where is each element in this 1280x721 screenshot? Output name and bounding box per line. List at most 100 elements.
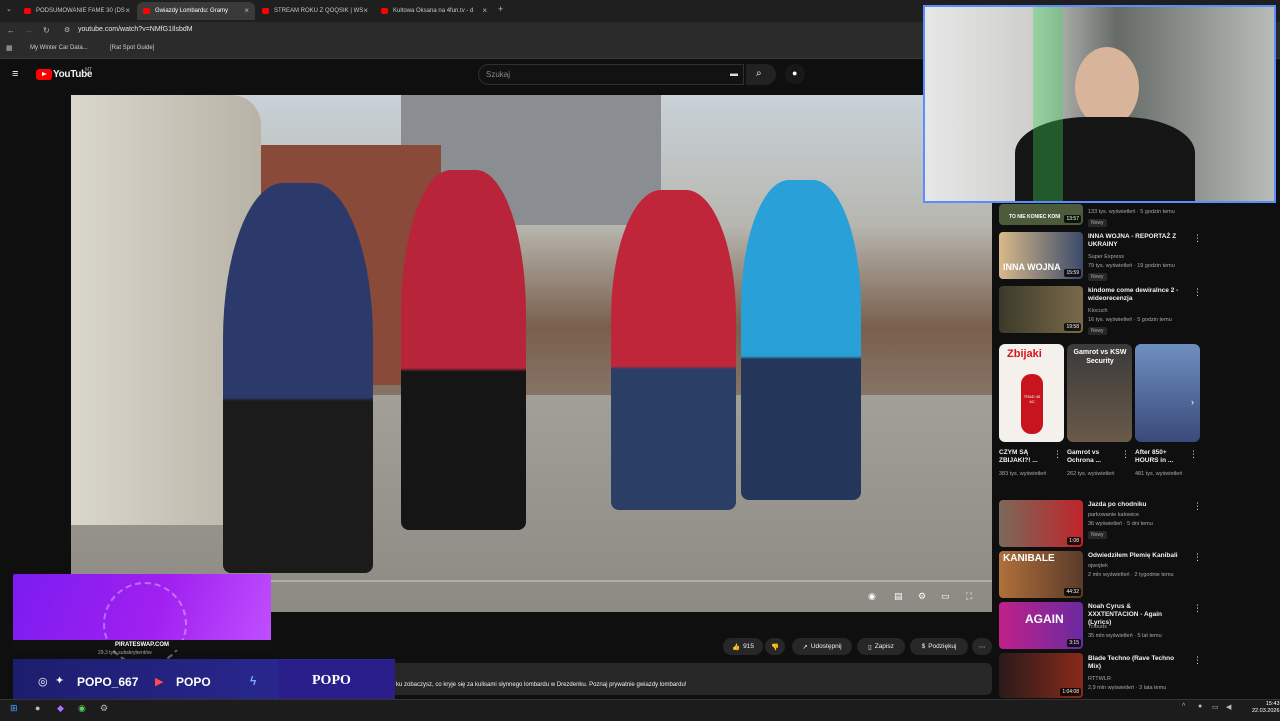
youtube-logo-icon[interactable] xyxy=(36,69,52,80)
menu-hamburger-icon[interactable]: ≡ xyxy=(12,68,18,80)
short-thumbnail[interactable] xyxy=(1135,344,1200,442)
tab-2-active[interactable]: Gwiazdy Lombardu: Gramy × xyxy=(137,2,255,20)
tab-list-icon[interactable]: ⌄ xyxy=(6,5,12,13)
volume-icon[interactable]: ◀ xyxy=(1226,703,1231,711)
network-icon[interactable]: ▭ xyxy=(1212,703,1219,711)
lightning-icon: ϟ xyxy=(250,674,257,688)
duration: 1:08 xyxy=(1067,537,1081,545)
brand-name: POPO xyxy=(312,673,351,688)
new-badge: Nowy xyxy=(1088,531,1107,539)
like-count: 915 xyxy=(743,643,754,650)
miniplayer-icon[interactable]: ▭ xyxy=(941,591,950,602)
settings-gear-icon[interactable]: ⚙ xyxy=(918,591,926,602)
rec-channel[interactable]: 7clouds xyxy=(1088,624,1188,631)
dislike-button[interactable]: 👎 xyxy=(765,638,785,655)
rec-title[interactable]: Jazda po chodniku xyxy=(1088,501,1183,509)
short-thumb-text: Gamrot vs KSW Security xyxy=(1073,349,1127,365)
url-text[interactable]: youtube.com/watch?v=NMfG1IlsbdM xyxy=(78,26,193,33)
taskbar-app-icon[interactable]: ● xyxy=(35,703,40,713)
search-button[interactable]: ⌕ xyxy=(746,64,776,85)
chrome-icon[interactable]: ◉ xyxy=(78,703,86,714)
more-options-icon[interactable]: ⋮ xyxy=(1193,655,1202,666)
voice-search-button[interactable]: ● xyxy=(785,64,805,84)
rec-thumbnail[interactable]: INNA WOJNA 15:59 xyxy=(999,232,1083,279)
new-badge: Nowy xyxy=(1088,273,1107,281)
short-title[interactable]: CZYM SĄ ZBIJAKI?! ... xyxy=(999,449,1055,465)
site-info-icon[interactable]: ⚙ xyxy=(64,26,70,34)
bookmark-1[interactable]: My Winter Car Data... xyxy=(30,45,88,51)
rec-title[interactable]: Odwiedziłem Plemię Kanibali xyxy=(1088,552,1183,560)
close-tab-icon[interactable]: × xyxy=(244,6,249,15)
subtitles-icon[interactable]: ▤ xyxy=(894,591,903,602)
thumbs-down-icon: 👎 xyxy=(770,643,780,651)
rec-thumbnail[interactable]: 19:58 xyxy=(999,286,1083,333)
tray-chevron-icon[interactable]: ^ xyxy=(1182,703,1185,710)
search-input[interactable] xyxy=(478,64,744,85)
webcam-overlay xyxy=(923,5,1276,203)
short-title[interactable]: After 850+ HOURS in ... xyxy=(1135,449,1191,465)
short-thumbnail[interactable]: Gamrot vs KSW Security xyxy=(1067,344,1132,442)
apps-grid-icon[interactable]: ▦ xyxy=(6,44,13,52)
rec-channel[interactable]: RTTWLR xyxy=(1088,676,1188,683)
close-tab-icon[interactable]: × xyxy=(482,6,487,15)
rec-channel[interactable]: Super Express xyxy=(1088,254,1188,261)
settings-icon[interactable]: ⚙ xyxy=(100,703,108,714)
rec-channel[interactable]: ojwojtek xyxy=(1088,563,1188,570)
short-thumbnail[interactable]: Zbijaki TRAD 45 AC xyxy=(999,344,1064,442)
fullscreen-icon[interactable]: ⛶ xyxy=(966,591,972,602)
short-title[interactable]: Gamrot vs Ochrona ... xyxy=(1067,449,1123,465)
thumbs-up-icon: 👍 xyxy=(732,643,741,651)
autoplay-toggle-icon[interactable]: ◉ xyxy=(868,591,876,602)
rec-title[interactable]: kindome come dewiralnce 2 - wideorecenzj… xyxy=(1088,287,1183,303)
twitch-icon[interactable]: ◆ xyxy=(57,703,64,714)
rec-thumbnail[interactable]: 1:04:08 xyxy=(999,653,1083,698)
new-tab-icon[interactable]: + xyxy=(498,4,503,14)
clock[interactable]: 15:43 22.03.2026 xyxy=(1252,701,1280,715)
duration: 1:04:08 xyxy=(1060,688,1081,696)
microphone-tray-icon[interactable]: ● xyxy=(1198,703,1202,710)
more-options-icon[interactable]: ⋮ xyxy=(1121,449,1130,460)
more-options-icon[interactable]: ⋮ xyxy=(1193,552,1202,563)
short-thumb-subtext: TRAD 45 AC xyxy=(1023,394,1041,404)
duration: 19:58 xyxy=(1064,323,1081,331)
tab-label: Gwiazdy Lombardu: Gramy xyxy=(155,8,229,14)
more-options-icon[interactable]: ⋮ xyxy=(1053,449,1062,460)
windows-start-icon[interactable]: ⊞ xyxy=(10,703,18,714)
tab-3[interactable]: STREAM ROKU Z QOQSIK | WS × xyxy=(256,2,374,20)
keyboard-icon[interactable]: ▬ xyxy=(730,69,738,78)
more-options-icon[interactable]: ⋮ xyxy=(1193,287,1202,298)
rec-thumbnail[interactable]: AGAIN 3:15 xyxy=(999,602,1083,649)
youtube-favicon-icon xyxy=(381,8,388,14)
more-options-icon[interactable]: ⋮ xyxy=(1193,501,1202,512)
twitter-icon: ✦ xyxy=(55,675,65,687)
more-options-icon[interactable]: ⋮ xyxy=(1193,603,1202,614)
like-button[interactable]: 👍 915 xyxy=(723,638,763,655)
more-options-icon[interactable]: ⋮ xyxy=(1193,233,1202,244)
video-player[interactable] xyxy=(71,95,992,612)
more-actions-button[interactable]: ⋯ xyxy=(972,638,992,655)
rec-title[interactable]: Blade Techno (Rave Techno Mix) xyxy=(1088,655,1183,671)
rec-channel[interactable]: Klocuch xyxy=(1088,308,1188,315)
share-button[interactable]: ↗ Udostępnij xyxy=(792,638,852,655)
tab-1[interactable]: PODSUMOWANIE FAME 30 (DS × xyxy=(18,2,136,20)
thanks-button[interactable]: $ Podziękuj xyxy=(910,638,968,655)
forward-icon[interactable]: → xyxy=(25,26,33,35)
chevron-right-icon[interactable]: › xyxy=(1191,397,1194,407)
rec-channel[interactable]: parkowanie katowice xyxy=(1088,512,1188,519)
rec-thumbnail[interactable]: TO NIE KONIEC KONI 13:57 xyxy=(999,204,1083,225)
back-icon[interactable]: ← xyxy=(7,26,15,35)
more-options-icon[interactable]: ⋮ xyxy=(1189,449,1198,460)
video-frame-person-3 xyxy=(611,190,736,510)
save-button[interactable]: ▯ Zapisz xyxy=(857,638,905,655)
webcam-green-light xyxy=(1033,7,1063,201)
close-tab-icon[interactable]: × xyxy=(125,6,130,15)
bookmark-2[interactable]: [Rat Spot Guide] xyxy=(110,45,154,51)
tab-4[interactable]: Kultowa Oksana na 4fun.tv - d × xyxy=(375,2,493,20)
rec-thumbnail[interactable]: 1:08 xyxy=(999,500,1083,547)
rec-title[interactable]: INNA WOJNA - REPORTAŻ Z UKRAINY xyxy=(1088,233,1183,249)
taskbar: ⊞ ● ◆ ◉ ⚙ ^ ● ▭ ◀ xyxy=(0,699,1280,721)
thumb-text: INNA WOJNA xyxy=(1003,262,1061,272)
reload-icon[interactable]: ↻ xyxy=(43,26,50,35)
rec-thumbnail[interactable]: KANIBALE 44:32 xyxy=(999,551,1083,598)
close-tab-icon[interactable]: × xyxy=(363,6,368,15)
